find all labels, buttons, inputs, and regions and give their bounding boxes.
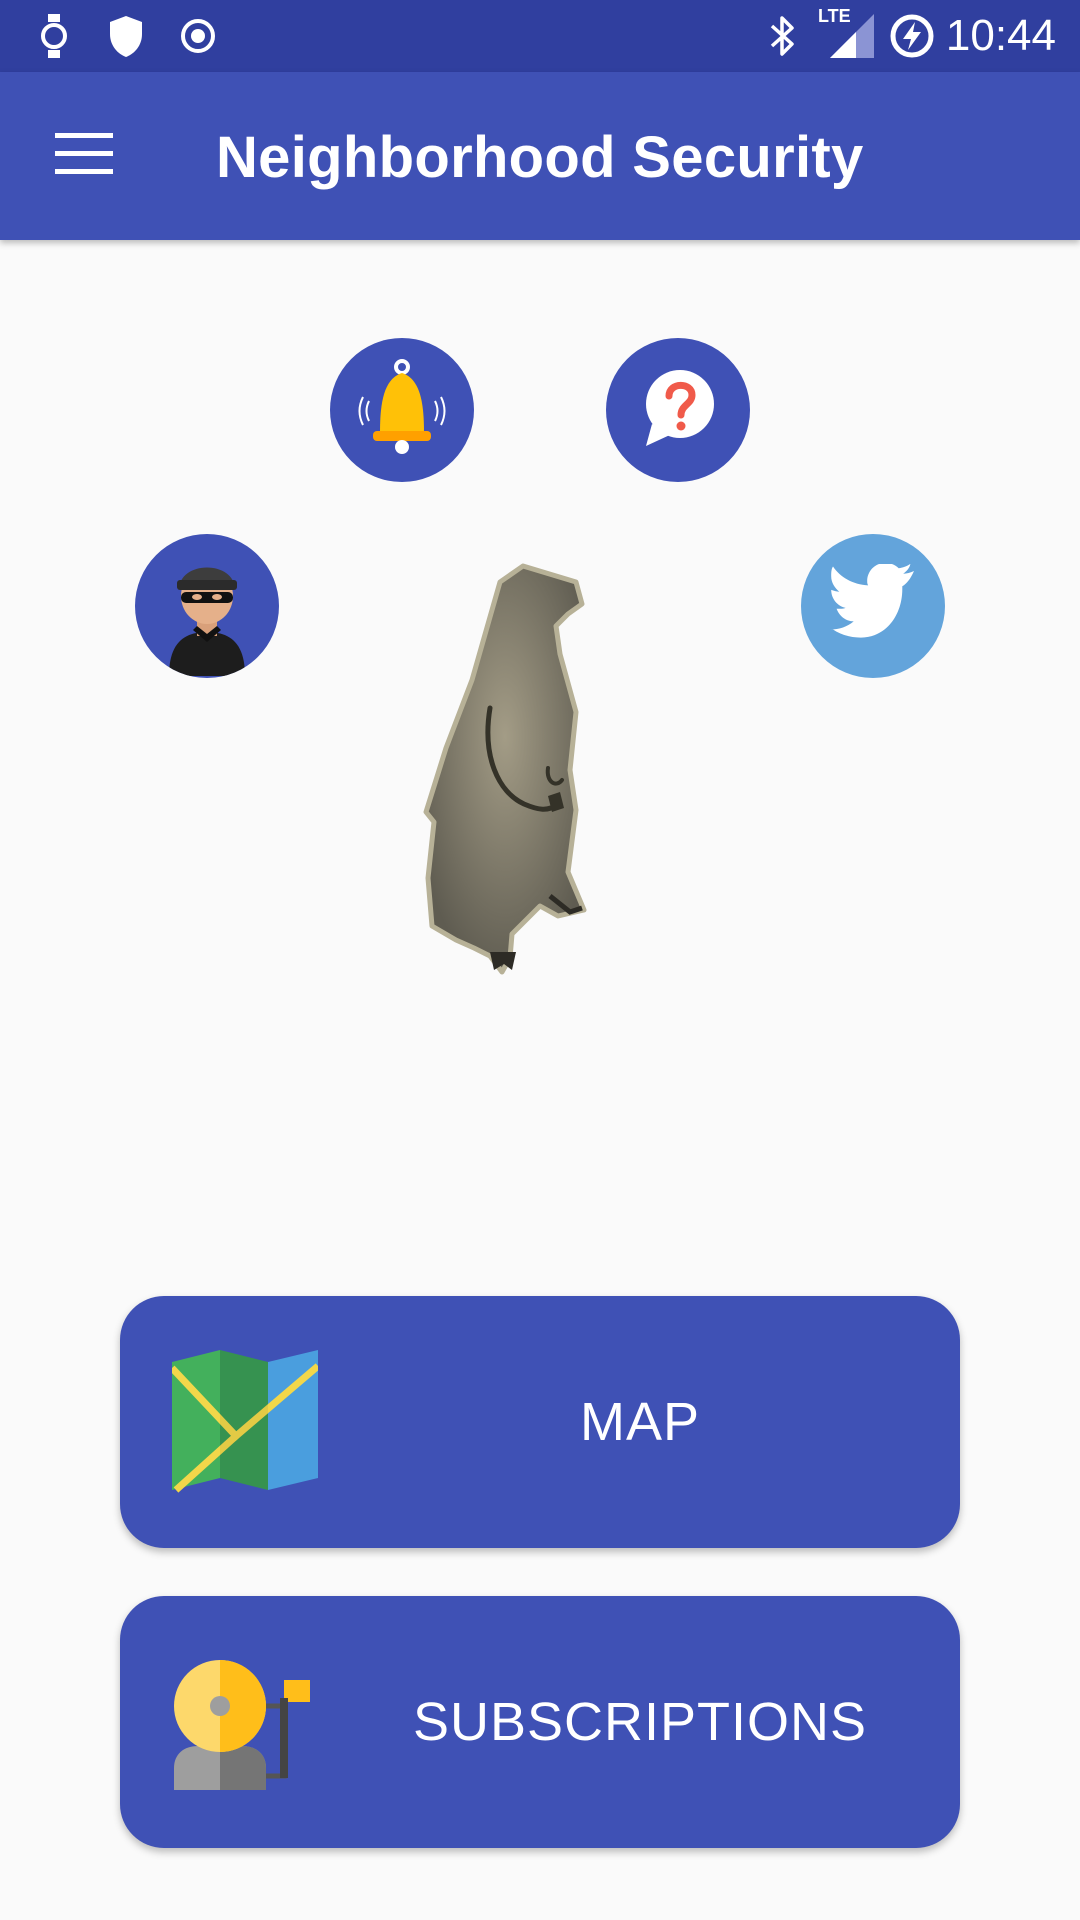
alarm-bell-icon <box>172 1650 318 1794</box>
folded-map-icon <box>169 1350 321 1494</box>
target-icon <box>178 14 218 63</box>
bell-icon <box>347 353 457 468</box>
map-button-label: MAP <box>579 1392 701 1452</box>
help-button[interactable] <box>606 338 750 482</box>
app-bar: Neighborhood Security <box>0 72 1080 240</box>
bluetooth-icon <box>766 14 798 63</box>
watch-icon <box>40 14 68 63</box>
battery-charging-icon <box>888 12 936 65</box>
status-bar: LTE 10:44 <box>0 0 1080 72</box>
twitter-bird-icon <box>827 562 919 649</box>
subscriptions-button-label: SUBSCRIPTIONS <box>412 1692 868 1752</box>
status-time: 10:44 <box>945 11 1056 60</box>
signal-icon: LTE <box>818 6 876 65</box>
twitter-button[interactable] <box>801 534 945 678</box>
groundhog-silhouette-icon <box>420 563 660 1004</box>
alert-bell-button[interactable] <box>330 338 474 482</box>
groundhog-mascot <box>420 560 660 1000</box>
menu-button[interactable] <box>40 112 128 200</box>
app-title: Neighborhood Security <box>216 125 864 190</box>
subscriptions-button[interactable]: SUBSCRIPTIONS <box>120 1596 960 1848</box>
shield-icon <box>108 14 144 63</box>
map-button[interactable]: MAP <box>120 1296 960 1548</box>
question-bubble-icon <box>628 358 728 463</box>
network-type: LTE <box>818 6 851 26</box>
hamburger-menu-icon <box>55 132 113 180</box>
burglar-icon <box>135 534 279 678</box>
burglar-button[interactable] <box>135 534 279 678</box>
